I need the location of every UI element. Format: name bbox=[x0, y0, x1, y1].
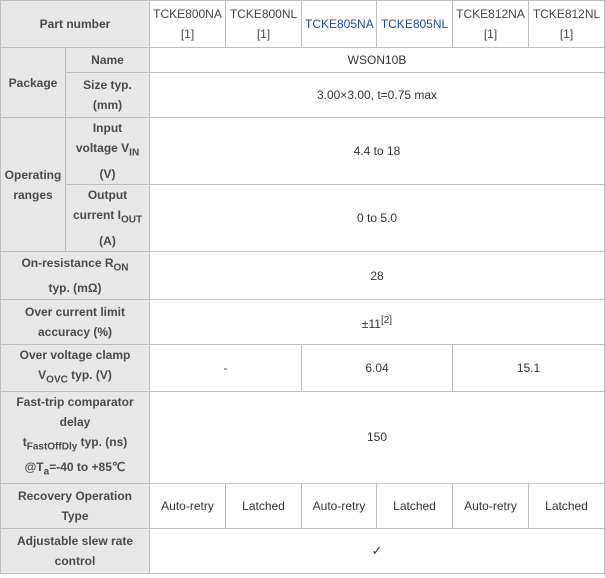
recovery-line1: Recovery Operation bbox=[17, 488, 133, 503]
package-size-unit: (mm) bbox=[92, 98, 123, 112]
package-name-label: Name bbox=[65, 47, 150, 73]
output-current-line2: current I bbox=[72, 208, 121, 223]
part-tcke800na[interactable]: TCKE800NA [1] bbox=[149, 0, 226, 48]
part-ref: [1] bbox=[180, 27, 195, 41]
operating-ranges-line2: ranges bbox=[13, 187, 53, 202]
fast-trip-line1: Fast-trip comparator bbox=[16, 395, 134, 409]
output-current-value-text: 0 to 5.0 bbox=[356, 211, 398, 225]
part-tcke805nl[interactable]: TCKE805NL bbox=[376, 0, 453, 48]
recovery-value-text: Latched bbox=[242, 498, 285, 513]
fast-trip-line4-prefix: @T bbox=[24, 460, 44, 475]
recovery-value-800na: Auto-retry bbox=[149, 482, 226, 529]
over-voltage-value-812-text: 15.1 bbox=[516, 361, 541, 375]
fast-trip-value-text: 150 bbox=[366, 430, 388, 445]
fast-trip-value: 150 bbox=[149, 391, 605, 484]
package-size-value: 3.00×3.00, t=0.75 max bbox=[149, 72, 605, 118]
recovery-value-text: Latched bbox=[393, 498, 436, 513]
input-voltage-value: 4.4 to 18 bbox=[149, 117, 605, 185]
recovery-value-812na: Auto-retry bbox=[452, 482, 529, 529]
slew-rate-line2: control bbox=[54, 553, 96, 568]
over-voltage-line2-prefix: V bbox=[38, 368, 47, 383]
part-name-link[interactable]: TCKE805NL bbox=[381, 17, 448, 31]
fast-trip-line3-suffix: typ. (ns) bbox=[77, 435, 128, 449]
part-ref: [1] bbox=[256, 27, 271, 41]
slew-rate-line1: Adjustable slew rate bbox=[16, 533, 134, 548]
over-voltage-value-812: 15.1 bbox=[452, 344, 605, 392]
package-name-label-text: Name bbox=[91, 53, 124, 67]
recovery-value-800nl: Latched bbox=[225, 482, 302, 529]
part-tcke805na[interactable]: TCKE805NA bbox=[301, 0, 377, 48]
over-current-label: Over current limit accuracy (%) bbox=[0, 299, 150, 345]
input-voltage-unit: (V) bbox=[99, 166, 116, 181]
part-name: TCKE800NL bbox=[229, 7, 298, 21]
package-name-value-text: WSON10B bbox=[347, 53, 407, 67]
input-voltage-line1: Input bbox=[92, 121, 123, 136]
over-voltage-value-800-text: - bbox=[223, 361, 228, 375]
recovery-value-text: Latched bbox=[545, 498, 588, 513]
part-ref: [1] bbox=[483, 27, 498, 41]
over-voltage-value-805: 6.04 bbox=[301, 344, 453, 392]
over-voltage-value-800: - bbox=[149, 344, 302, 392]
operating-ranges-label: Operating ranges bbox=[0, 117, 66, 252]
fast-trip-subscript: FastOffDly bbox=[26, 441, 78, 453]
output-current-value: 0 to 5.0 bbox=[149, 184, 605, 252]
over-current-footnote-ref[interactable]: [2] bbox=[381, 315, 392, 326]
fast-trip-label: Fast-trip comparator delay tFastOffDly t… bbox=[0, 391, 150, 484]
checkmark-icon: ✓ bbox=[371, 542, 383, 558]
on-resistance-line2: typ. (mΩ) bbox=[48, 281, 102, 296]
output-current-line1: Output bbox=[87, 188, 128, 203]
spec-table: Part number TCKE800NA [1] TCKE800NL [1] … bbox=[0, 0, 605, 574]
recovery-value-812nl: Latched bbox=[528, 482, 605, 529]
part-name: TCKE812NA bbox=[456, 7, 525, 21]
on-resistance-subscript: ON bbox=[113, 262, 129, 274]
over-voltage-value-805-text: 6.04 bbox=[365, 361, 389, 375]
package-size-label-text: Size typ. bbox=[83, 78, 132, 92]
input-voltage-label: Input voltage VIN (V) bbox=[65, 117, 150, 185]
slew-rate-label: Adjustable slew rate control bbox=[0, 527, 150, 574]
on-resistance-value-text: 28 bbox=[370, 268, 384, 283]
recovery-line2: Type bbox=[61, 508, 89, 523]
part-tcke812na[interactable]: TCKE812NA [1] bbox=[452, 0, 529, 48]
part-name-link[interactable]: TCKE805NA bbox=[305, 17, 374, 31]
part-name: TCKE800NA bbox=[153, 7, 222, 21]
input-voltage-value-text: 4.4 to 18 bbox=[353, 144, 401, 158]
over-current-line1: Over current limit bbox=[24, 305, 126, 319]
part-ref: [1] bbox=[559, 27, 574, 41]
on-resistance-label: On-resistance RON typ. (mΩ) bbox=[0, 251, 150, 300]
output-current-subscript: OUT bbox=[120, 214, 143, 226]
input-voltage-subscript: IN bbox=[129, 147, 140, 159]
over-current-line2: accuracy (%) bbox=[37, 325, 113, 339]
on-resistance-value: 28 bbox=[149, 251, 605, 300]
over-current-value: ±11[2] bbox=[149, 299, 605, 345]
part-number-label: Part number bbox=[39, 17, 111, 31]
fast-trip-line2: delay bbox=[59, 415, 91, 429]
fast-trip-line4-suffix: =-40 to +85℃ bbox=[49, 460, 126, 475]
recovery-label: Recovery Operation Type bbox=[0, 482, 150, 529]
recovery-value-805nl: Latched bbox=[376, 482, 453, 529]
part-name: TCKE812NL bbox=[532, 7, 601, 21]
input-voltage-line2: voltage V bbox=[75, 141, 130, 156]
package-label: Package bbox=[0, 47, 66, 118]
part-tcke800nl[interactable]: TCKE800NL [1] bbox=[225, 0, 302, 48]
recovery-value-text: Auto-retry bbox=[161, 498, 214, 513]
over-voltage-label: Over voltage clamp VOVC typ. (V) bbox=[0, 344, 150, 392]
on-resistance-line1: On-resistance R bbox=[21, 255, 114, 270]
over-voltage-subscript: OVC bbox=[46, 374, 68, 386]
output-current-unit: (A) bbox=[99, 233, 116, 248]
package-size-label: Size typ. (mm) bbox=[65, 72, 150, 118]
operating-ranges-line1: Operating bbox=[4, 167, 62, 182]
package-label-text: Package bbox=[8, 75, 58, 90]
recovery-value-text: Auto-retry bbox=[312, 498, 366, 513]
over-voltage-line2-suffix: typ. (V) bbox=[67, 368, 112, 383]
slew-rate-value: ✓ bbox=[149, 527, 605, 574]
over-current-value-text: ±11 bbox=[361, 316, 381, 331]
over-voltage-line1: Over voltage clamp bbox=[19, 348, 131, 363]
part-number-header: Part number bbox=[0, 0, 150, 48]
package-name-value: WSON10B bbox=[149, 47, 605, 73]
recovery-value-805na: Auto-retry bbox=[301, 482, 377, 529]
recovery-value-text: Auto-retry bbox=[464, 498, 517, 513]
package-size-value-text: 3.00×3.00, t=0.75 max bbox=[316, 88, 438, 102]
part-tcke812nl[interactable]: TCKE812NL [1] bbox=[528, 0, 605, 48]
output-current-label: Output current IOUT (A) bbox=[65, 184, 150, 252]
